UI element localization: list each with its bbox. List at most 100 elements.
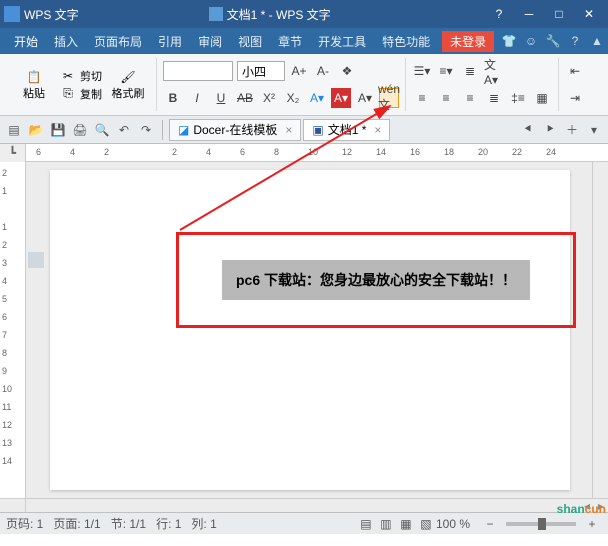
copy-button[interactable]: ⎘复制 [60, 86, 102, 102]
subscript-button[interactable]: X₂ [283, 88, 303, 108]
page-viewport[interactable]: pc6 下载站：您身边最放心的安全下载站！！ [26, 162, 592, 498]
minimize-button[interactable]: ─ [514, 4, 544, 24]
bold-button[interactable]: B [163, 88, 183, 108]
status-page[interactable]: 页面: 1/1 [53, 515, 100, 532]
tab-review[interactable]: 审阅 [190, 28, 230, 54]
new-tab-button[interactable]: ＋ [562, 120, 582, 140]
brush-icon: 🖌 [120, 69, 136, 85]
numbering-button[interactable]: ≡▾ [436, 61, 456, 81]
vruler-mark: 8 [2, 348, 7, 358]
indent-decrease-button[interactable]: ⇤ [565, 61, 585, 81]
ruler-mark: 16 [410, 147, 420, 157]
qa-print-icon[interactable]: 🖨 [70, 120, 90, 140]
format-painter-button[interactable]: 🖌 格式刷 [106, 69, 150, 101]
zoom-out-button[interactable]: − [480, 517, 500, 531]
increase-font-button[interactable]: A+ [289, 61, 309, 81]
view-read-icon[interactable]: ▧ [416, 517, 436, 531]
tab-view[interactable]: 视图 [230, 28, 270, 54]
font-size-select[interactable]: 小四 [237, 61, 285, 81]
settings-icon[interactable]: 🔧 [542, 34, 564, 48]
help-icon[interactable]: ? [564, 34, 586, 48]
cut-button[interactable]: ✂剪切 [60, 68, 102, 84]
status-page-code[interactable]: 页码: 1 [6, 515, 43, 532]
view-outline-icon[interactable]: ▦ [396, 517, 416, 531]
qa-undo-icon[interactable]: ↶ [114, 120, 134, 140]
underline-button[interactable]: U [211, 88, 231, 108]
vruler-mark: 4 [2, 276, 7, 286]
tab-references[interactable]: 引用 [150, 28, 190, 54]
font-name-select[interactable] [163, 61, 233, 81]
font-group: 小四 A+ A- ❖ B I U AB X² X₂ A▾ A▾ A▾ wén 文 [157, 58, 406, 111]
align-left-button[interactable]: ≡ [412, 88, 432, 108]
qa-save-icon[interactable]: 💾 [48, 120, 68, 140]
vruler-mark: 9 [2, 366, 7, 376]
horizontal-ruler[interactable]: ┗ 6 4 2 2 4 6 8 10 12 14 16 18 20 22 24 [0, 144, 608, 162]
phonetic-guide-button[interactable]: wén 文 [379, 88, 399, 108]
qa-preview-icon[interactable]: 🔍 [92, 120, 112, 140]
horizontal-scrollbar[interactable]: ◂ ▸ [0, 498, 608, 512]
zoom-value[interactable]: 100 % [436, 517, 470, 531]
selected-text[interactable]: pc6 下载站：您身边最放心的安全下载站！！ [222, 260, 530, 300]
tab-page-layout[interactable]: 页面布局 [86, 28, 150, 54]
strike-button[interactable]: AB [235, 88, 255, 108]
tab-dev-tools[interactable]: 开发工具 [310, 28, 374, 54]
shading-button[interactable]: ▦ [532, 88, 552, 108]
nav-pane-icon[interactable] [28, 252, 44, 268]
paste-button[interactable]: 📋 粘贴 [12, 69, 56, 101]
bullets-button[interactable]: ☰▾ [412, 61, 432, 81]
superscript-button[interactable]: X² [259, 88, 279, 108]
tabs-scroll-right-icon[interactable]: ⯈ [540, 120, 560, 140]
close-button[interactable]: ✕ [574, 4, 604, 24]
align-justify-button[interactable]: ≣ [484, 88, 504, 108]
tab-list-icon[interactable]: ▾ [584, 120, 604, 140]
login-button[interactable]: 未登录 [442, 31, 494, 52]
ruler-mark: 14 [376, 147, 386, 157]
app-name: WPS 文字 [24, 6, 79, 23]
ruler-mark: 4 [206, 147, 211, 157]
qa-open-icon[interactable]: 📂 [26, 120, 46, 140]
tab-section[interactable]: 章节 [270, 28, 310, 54]
feedback-icon[interactable]: ☺ [520, 34, 542, 48]
close-tab-doc1[interactable]: × [374, 123, 381, 137]
view-print-icon[interactable]: ▤ [356, 517, 376, 531]
vruler-mark: 12 [2, 420, 12, 430]
text-direction-button[interactable]: 文A▾ [484, 61, 504, 81]
tab-start[interactable]: 开始 [6, 28, 46, 54]
zoom-slider[interactable] [506, 522, 576, 526]
tab-insert[interactable]: 插入 [46, 28, 86, 54]
align-right-button[interactable]: ≡ [460, 88, 480, 108]
tab-doc1[interactable]: ▣ 文档1 * × [303, 119, 390, 141]
highlight-color-button[interactable]: A▾ [331, 88, 351, 108]
close-tab-docer[interactable]: × [285, 123, 292, 137]
vertical-ruler[interactable]: 2 1 1 2 3 4 5 6 7 8 9 10 11 12 13 14 [0, 162, 26, 498]
tab-features[interactable]: 特色功能 [374, 28, 438, 54]
tab-docer[interactable]: ◪ Docer-在线模板 × [169, 119, 301, 141]
help-button[interactable]: ? [484, 4, 514, 24]
qa-redo-icon[interactable]: ↷ [136, 120, 156, 140]
italic-button[interactable]: I [187, 88, 207, 108]
line-spacing-button[interactable]: ‡≡ [508, 88, 528, 108]
font-color-button[interactable]: A▾ [355, 88, 375, 108]
vruler-mark: 14 [2, 456, 12, 466]
align-center-button[interactable]: ≡ [436, 88, 456, 108]
maximize-button[interactable]: □ [544, 4, 574, 24]
text-effect-button[interactable]: A▾ [307, 88, 327, 108]
collapse-ribbon-icon[interactable]: ▲ [586, 34, 608, 48]
status-col: 列: 1 [191, 515, 216, 532]
vruler-mark: 11 [2, 402, 11, 412]
indent-increase-button[interactable]: ⇥ [565, 88, 585, 108]
vruler-mark: 2 [2, 240, 7, 250]
skin-icon[interactable]: 👕 [498, 34, 520, 48]
align-dist-button[interactable]: ≣ [460, 61, 480, 81]
clear-format-button[interactable]: ❖ [337, 61, 357, 81]
vertical-scrollbar[interactable] [592, 162, 608, 498]
zoom-thumb[interactable] [538, 518, 546, 530]
decrease-font-button[interactable]: A- [313, 61, 333, 81]
docer-icon: ◪ [178, 123, 189, 137]
view-web-icon[interactable]: ▥ [376, 517, 396, 531]
qa-new-icon[interactable]: ▤ [4, 120, 24, 140]
zoom-in-button[interactable]: + [582, 517, 602, 531]
document-page[interactable]: pc6 下载站：您身边最放心的安全下载站！！ [50, 170, 570, 490]
vruler-mark: 7 [2, 330, 7, 340]
tabs-scroll-left-icon[interactable]: ⯇ [518, 120, 538, 140]
